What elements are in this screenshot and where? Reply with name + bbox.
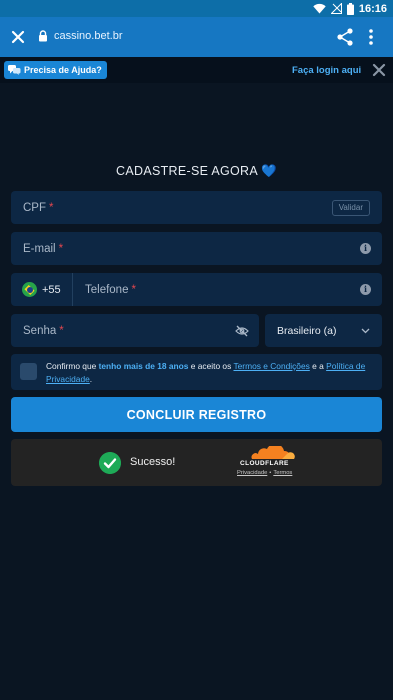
url-text[interactable]: cassino.bet.br xyxy=(54,30,122,42)
eye-off-icon[interactable] xyxy=(235,325,249,337)
register-button[interactable]: CONCLUIR REGISTRO xyxy=(11,397,382,432)
login-link[interactable]: Faça login aqui xyxy=(292,65,361,76)
validate-button[interactable]: Validar xyxy=(331,199,370,216)
wifi-icon xyxy=(313,3,326,14)
terms-link[interactable]: Termos e Condições xyxy=(233,361,309,371)
info-icon[interactable]: i xyxy=(360,284,371,295)
password-label-text: Senha xyxy=(23,324,57,337)
status-time: 16:16 xyxy=(358,2,387,15)
consent-checkbox[interactable] xyxy=(20,363,37,380)
close-icon[interactable] xyxy=(372,63,386,77)
captcha-widget: Sucesso! CLOUDFLARE Privacidade • Termos xyxy=(11,439,382,486)
consent-middle: e aceito os xyxy=(190,361,232,371)
nationality-value: Brasileiro (a) xyxy=(277,324,337,337)
captcha-links: Privacidade • Termos xyxy=(237,470,292,476)
required-mark: * xyxy=(49,201,54,214)
consent-text: Confirmo que tenho mais de 18 anos e ace… xyxy=(46,360,376,386)
captcha-status: Sucesso! xyxy=(130,456,176,468)
email-label-text: E-mail xyxy=(23,242,56,255)
captcha-terms-link[interactable]: Termos xyxy=(273,470,292,476)
email-field[interactable]: E-mail * i xyxy=(11,232,382,265)
cloudflare-wordmark: CLOUDFLARE xyxy=(240,460,289,467)
captcha-privacy-link[interactable]: Privacidade xyxy=(237,470,267,476)
help-button-label: Precisa de Ajuda? xyxy=(24,65,102,75)
required-mark: * xyxy=(131,283,136,296)
captcha-link-separator: • xyxy=(269,470,272,476)
consent-prefix: Confirmo que xyxy=(46,361,97,371)
country-code-selector[interactable]: +55 xyxy=(11,273,73,306)
required-mark: * xyxy=(59,324,64,337)
chat-bubble-icon xyxy=(8,65,21,75)
cpf-label-text: CPF xyxy=(23,201,46,214)
page-title: CADASTRE-SE AGORA 💙 xyxy=(0,164,393,179)
page-title-text: CADASTRE-SE AGORA xyxy=(116,164,258,178)
blue-heart-icon: 💙 xyxy=(261,164,277,178)
brazil-flag-icon xyxy=(22,282,37,297)
password-label: Senha * xyxy=(23,314,64,347)
battery-icon xyxy=(346,2,354,15)
top-strip: Precisa de Ajuda? Faça login aqui xyxy=(0,57,393,83)
required-mark: * xyxy=(58,242,64,255)
help-button[interactable]: Precisa de Ajuda? xyxy=(4,61,107,79)
consent-age-highlight: tenho mais de 18 anos xyxy=(98,361,189,371)
phone-field[interactable]: +55 Telefone * i xyxy=(11,273,382,306)
cloudflare-logo xyxy=(251,446,295,459)
phone-label-text: Telefone xyxy=(85,283,129,296)
no-signal-icon xyxy=(330,3,342,14)
password-field[interactable]: Senha * xyxy=(11,314,259,347)
info-icon[interactable]: i xyxy=(360,243,371,254)
country-code: +55 xyxy=(42,283,61,296)
chevron-down-icon xyxy=(361,328,370,333)
consent-box: Confirmo que tenho mais de 18 anos e ace… xyxy=(11,354,382,390)
close-icon[interactable] xyxy=(8,27,28,47)
browser-toolbar: cassino.bet.br xyxy=(0,17,393,57)
nationality-select[interactable]: Brasileiro (a) xyxy=(265,314,382,347)
cpf-field[interactable]: CPF * Validar xyxy=(11,191,382,224)
cpf-label: CPF * xyxy=(23,191,53,224)
phone-label: Telefone * xyxy=(85,273,136,306)
status-bar: 16:16 xyxy=(0,0,393,17)
check-circle-icon xyxy=(99,452,121,474)
consent-and: e a xyxy=(312,361,324,371)
consent-suffix: . xyxy=(89,374,93,384)
share-icon[interactable] xyxy=(336,27,354,47)
lock-icon xyxy=(39,30,47,42)
more-vert-icon[interactable] xyxy=(368,27,374,47)
email-label: E-mail * xyxy=(23,232,63,265)
